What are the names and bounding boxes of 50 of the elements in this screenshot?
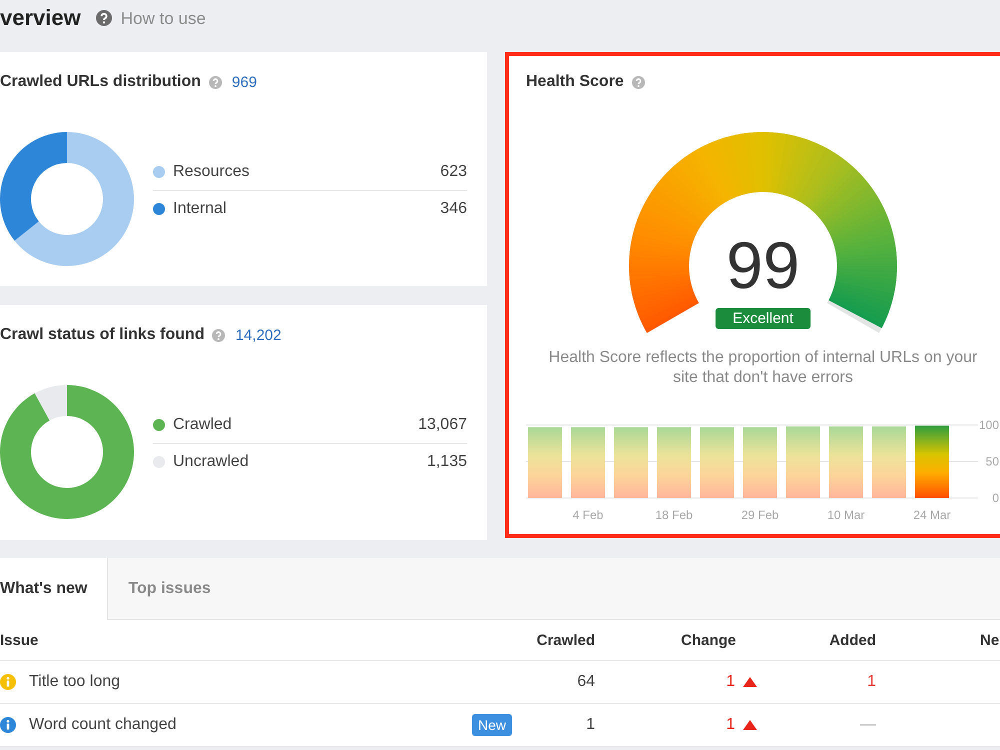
new-badge: New (472, 714, 512, 736)
column-header[interactable]: Change (595, 632, 757, 648)
table-cell: 1 (726, 673, 735, 691)
description-text: Health Score reflects the proportion of internal URLs on your site that don't have errors (548, 348, 978, 388)
issue-name: Title too long (29, 673, 122, 691)
legend-label: Resources (173, 163, 250, 181)
column-header[interactable]: Crawled (520, 632, 595, 648)
bar (743, 427, 777, 498)
total-count-link[interactable]: 14,202 (235, 326, 282, 344)
axis-label: 29 Feb (741, 508, 779, 522)
bar (571, 427, 605, 498)
bar (700, 427, 734, 498)
axis-label: 100 (978, 418, 999, 432)
bar (872, 426, 906, 498)
card-title: Health Score (526, 73, 624, 91)
axis-label: 50 (986, 454, 999, 468)
bar (786, 426, 820, 498)
card-title: Crawl status of links found (0, 326, 204, 344)
table-cell-text: 1 (585, 716, 595, 734)
legend-label: Internal (173, 200, 228, 218)
legend-count: 13,067 (418, 416, 467, 434)
page-title: verview (0, 6, 81, 30)
issue-name: Word count changed (29, 716, 178, 734)
help-icon[interactable] (96, 10, 112, 26)
rating-badge: Excellent (716, 308, 810, 329)
table-cell-text: 64 (576, 673, 595, 691)
table-cell: 1 (726, 716, 735, 734)
column-header[interactable]: Issue (0, 632, 520, 648)
table-cell-text: 1 (866, 673, 876, 691)
legend-label: Uncrawled (173, 453, 250, 471)
legend-label: Crawled (173, 416, 233, 434)
axis-label: 18 Feb (655, 508, 693, 522)
bar (829, 426, 863, 498)
table-cell-text: — (859, 716, 876, 734)
legend-count: 623 (440, 163, 467, 181)
bar (657, 427, 691, 498)
card-title: Crawled URLs distribution (0, 73, 201, 91)
column-header[interactable]: Added (757, 632, 876, 648)
bar (528, 427, 562, 498)
axis-label: 10 Mar (827, 508, 865, 522)
tab[interactable]: What's new (0, 558, 108, 620)
axis-label: 0 (992, 491, 999, 505)
health-score-value: 99 (726, 230, 800, 300)
column-header[interactable]: Ne (876, 632, 1000, 648)
axis-label: 24 Mar (913, 508, 951, 522)
total-count-link[interactable]: 969 (232, 74, 257, 90)
axis-label: 4 Feb (572, 508, 604, 522)
bar (614, 427, 648, 498)
legend-count: 1,135 (426, 453, 467, 471)
legend-count: 346 (440, 200, 467, 218)
